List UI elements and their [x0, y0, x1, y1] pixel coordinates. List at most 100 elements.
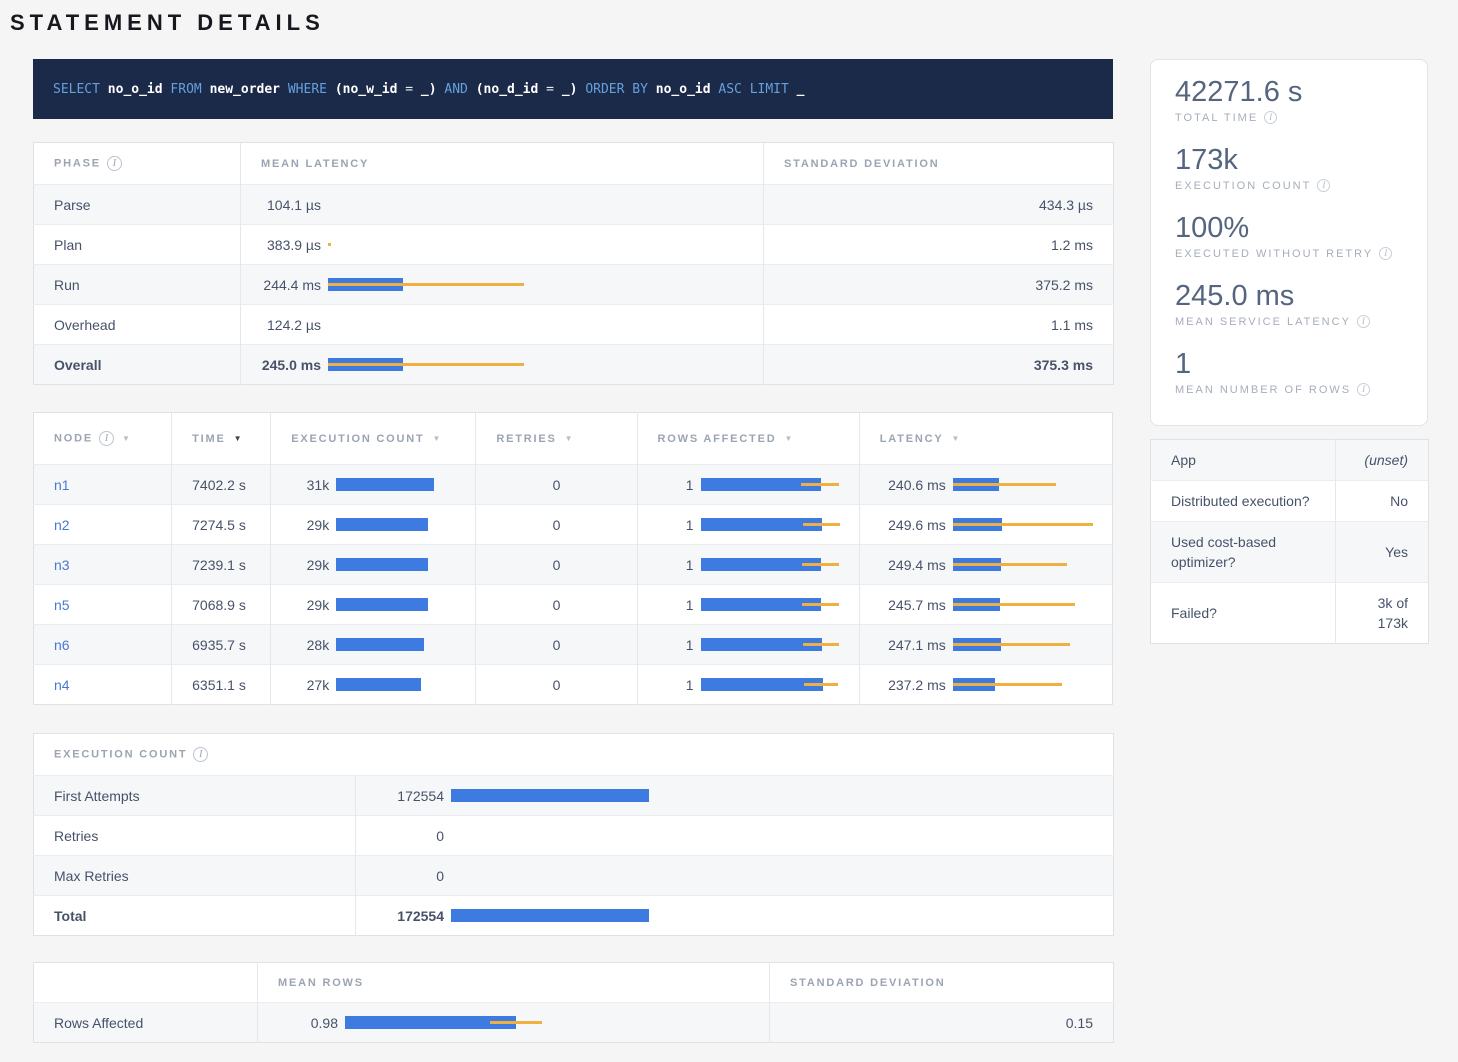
- info-icon[interactable]: i: [1317, 179, 1330, 192]
- node-link[interactable]: n5: [54, 597, 70, 613]
- time-column-header[interactable]: TIME▼: [172, 413, 271, 465]
- table-row: n1 7402.2 s 31k 0 1 240.6 ms: [34, 465, 1113, 505]
- latency-column-header[interactable]: LATENCY▼: [859, 413, 1112, 465]
- execution-count-column-header[interactable]: EXECUTION COUNT▼: [271, 413, 476, 465]
- exec-count-bar: [336, 518, 434, 531]
- rows-affected-column-header[interactable]: ROWS AFFECTED▼: [637, 413, 859, 465]
- rows-affected-value: 1: [646, 677, 694, 693]
- execution-count-table-header: EXECUTION COUNTi: [34, 734, 1114, 776]
- summary-stats-card: 42271.6 s TOTAL TIMEi 173k EXECUTION COU…: [1150, 59, 1428, 426]
- node-time-value: 7239.1 s: [172, 545, 271, 585]
- exec-row-bar: [451, 909, 649, 922]
- phase-label: Overhead: [34, 305, 241, 345]
- exec-count-bar: [336, 638, 434, 651]
- table-row: Overhead 124.2 µs 1.1 ms: [34, 305, 1114, 345]
- mean-rows-column-header: MEAN ROWS: [258, 963, 770, 1003]
- node-latency-bar: [953, 598, 1100, 611]
- table-row: Used cost-based optimizer? Yes: [1151, 522, 1429, 583]
- table-row: Rows Affected 0.98 0.15: [34, 1003, 1114, 1043]
- node-latency-value: 237.2 ms: [868, 677, 946, 693]
- info-icon[interactable]: i: [107, 156, 122, 171]
- stat-label: MEAN SERVICE LATENCYi: [1175, 315, 1403, 328]
- node-latency-bar: [953, 678, 1100, 691]
- table-row: n2 7274.5 s 29k 0 1 249.6 ms: [34, 505, 1113, 545]
- rows-affected-bar: [701, 558, 844, 571]
- table-row: Retries 0: [34, 816, 1114, 856]
- exec-count-value: 27k: [279, 677, 329, 693]
- exec-count-bar: [336, 678, 434, 691]
- exec-row-value: 172554: [364, 788, 444, 804]
- info-icon[interactable]: i: [1357, 315, 1370, 328]
- table-row: n5 7068.9 s 29k 0 1 245.7 ms: [34, 585, 1113, 625]
- table-row: n4 6351.1 s 27k 0 1 237.2 ms: [34, 665, 1113, 705]
- info-icon[interactable]: i: [99, 431, 114, 446]
- node-link[interactable]: n1: [54, 477, 70, 493]
- standard-deviation-column-header: STANDARD DEVIATION: [770, 963, 1114, 1003]
- stat-executed-without-retry: 100% EXECUTED WITHOUT RETRYi: [1175, 211, 1403, 260]
- retries-value: 0: [476, 545, 637, 585]
- sql-statement-text: SELECT no_o_id FROM new_order WHERE (no_…: [53, 82, 805, 97]
- retries-value: 0: [476, 585, 637, 625]
- sql-statement-bar: SELECT no_o_id FROM new_order WHERE (no_…: [33, 59, 1113, 119]
- rows-affected-bar: [701, 518, 844, 531]
- execution-count-table: EXECUTION COUNTi First Attempts 172554 R…: [33, 733, 1114, 936]
- retries-value: 0: [476, 625, 637, 665]
- std-dev-value: 434.3 µs: [764, 185, 1114, 225]
- std-dev-value: 375.2 ms: [764, 265, 1114, 305]
- info-icon[interactable]: i: [1357, 383, 1370, 396]
- rows-affected-value: 1: [646, 477, 694, 493]
- info-icon[interactable]: i: [1379, 247, 1392, 260]
- node-latency-value: 240.6 ms: [868, 477, 946, 493]
- node-link[interactable]: n6: [54, 637, 70, 653]
- retries-column-header[interactable]: RETRIES▼: [476, 413, 637, 465]
- exec-row-value: 0: [364, 868, 444, 884]
- retries-value: 0: [476, 665, 637, 705]
- exec-count-bar: [336, 598, 434, 611]
- sort-arrow-icon: ▼: [951, 434, 959, 443]
- exec-row-label: Total: [34, 896, 356, 936]
- table-row: Max Retries 0: [34, 856, 1114, 896]
- page-title: STATEMENT DETAILS: [10, 10, 1428, 36]
- attribute-label: App: [1151, 440, 1336, 481]
- node-link[interactable]: n3: [54, 557, 70, 573]
- sort-arrow-icon: ▼: [122, 434, 130, 443]
- rows-affected-value: 1: [646, 637, 694, 653]
- node-latency-value: 245.7 ms: [868, 597, 946, 613]
- info-icon[interactable]: i: [1264, 111, 1277, 124]
- attribute-value: 3k of 173k: [1336, 583, 1429, 644]
- phase-label: Parse: [34, 185, 241, 225]
- rows-affected-bar: [701, 678, 844, 691]
- rows-affected-table: MEAN ROWS STANDARD DEVIATION Rows Affect…: [33, 962, 1114, 1043]
- node-column-header[interactable]: NODEi▼: [34, 413, 172, 465]
- stat-label: EXECUTION COUNTi: [1175, 179, 1403, 192]
- sort-arrow-icon: ▼: [433, 434, 441, 443]
- std-dev-value: 375.3 ms: [764, 345, 1114, 385]
- sort-arrow-icon: ▼: [234, 434, 242, 443]
- info-icon[interactable]: i: [193, 747, 208, 762]
- exec-row-value: 172554: [364, 908, 444, 924]
- rows-affected-bar: [701, 598, 844, 611]
- blank-column-header: [34, 963, 258, 1003]
- table-row: Failed? 3k of 173k: [1151, 583, 1429, 644]
- exec-count-bar: [336, 558, 434, 571]
- mean-latency-value: 104.1 µs: [249, 197, 321, 213]
- node-link[interactable]: n4: [54, 677, 70, 693]
- table-row: Plan 383.9 µs 1.2 ms: [34, 225, 1114, 265]
- mean-latency-value: 244.4 ms: [249, 277, 321, 293]
- stat-label: MEAN NUMBER OF ROWSi: [1175, 383, 1403, 396]
- node-time-value: 7274.5 s: [172, 505, 271, 545]
- node-latency-bar: [953, 558, 1100, 571]
- node-time-value: 7068.9 s: [172, 585, 271, 625]
- stat-mean-number-of-rows: 1 MEAN NUMBER OF ROWSi: [1175, 347, 1403, 396]
- attribute-value: No: [1336, 481, 1429, 522]
- rows-affected-value: 1: [646, 557, 694, 573]
- mean-latency-value: 124.2 µs: [249, 317, 321, 333]
- mean-latency-column-header: MEAN LATENCY: [241, 143, 764, 185]
- rows-affected-label: Rows Affected: [34, 1003, 258, 1043]
- node-link[interactable]: n2: [54, 517, 70, 533]
- table-row: App (unset): [1151, 440, 1429, 481]
- std-dev-value: 1.2 ms: [764, 225, 1114, 265]
- exec-count-value: 28k: [279, 637, 329, 653]
- table-row: Total 172554: [34, 896, 1114, 936]
- exec-count-value: 29k: [279, 597, 329, 613]
